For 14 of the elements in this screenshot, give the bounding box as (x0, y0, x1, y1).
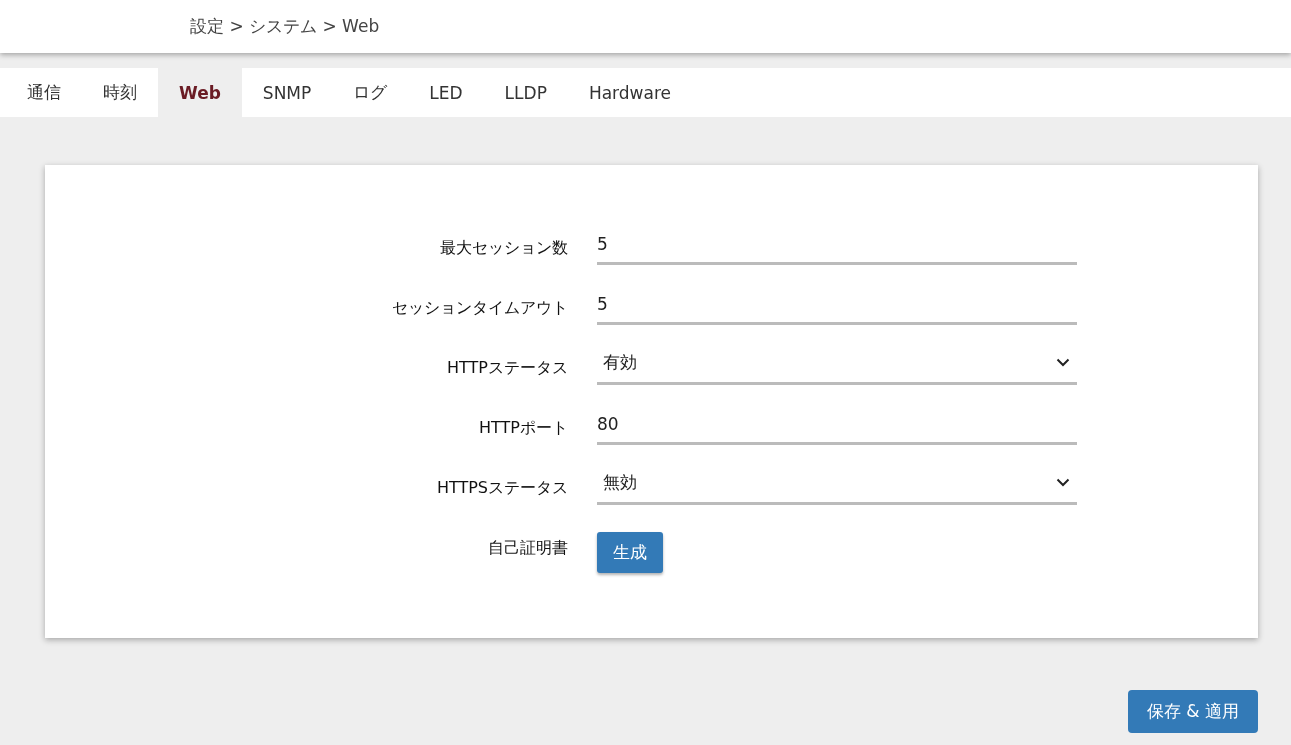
chevron-down-icon (1056, 478, 1070, 487)
field-label: HTTPSステータス (435, 478, 568, 499)
field-label: HTTPポート (478, 418, 568, 439)
field-label: 自己証明書 (487, 538, 568, 559)
field-label: 最大セッション数 (439, 238, 568, 259)
select-field[interactable]: 無効 (597, 467, 1077, 505)
select-field[interactable]: 有効 (597, 347, 1077, 385)
save-apply-button[interactable]: 保存 & 適用 (1127, 690, 1258, 733)
field-label: セッションタイムアウト (391, 298, 568, 319)
generate-button[interactable]: 生成 (597, 532, 663, 573)
field-label: HTTPステータス (446, 358, 568, 379)
breadcrumb: 設定 > システム > Web (190, 15, 380, 38)
chevron-down-icon (1056, 358, 1070, 367)
tab[interactable]: Web (158, 68, 242, 117)
